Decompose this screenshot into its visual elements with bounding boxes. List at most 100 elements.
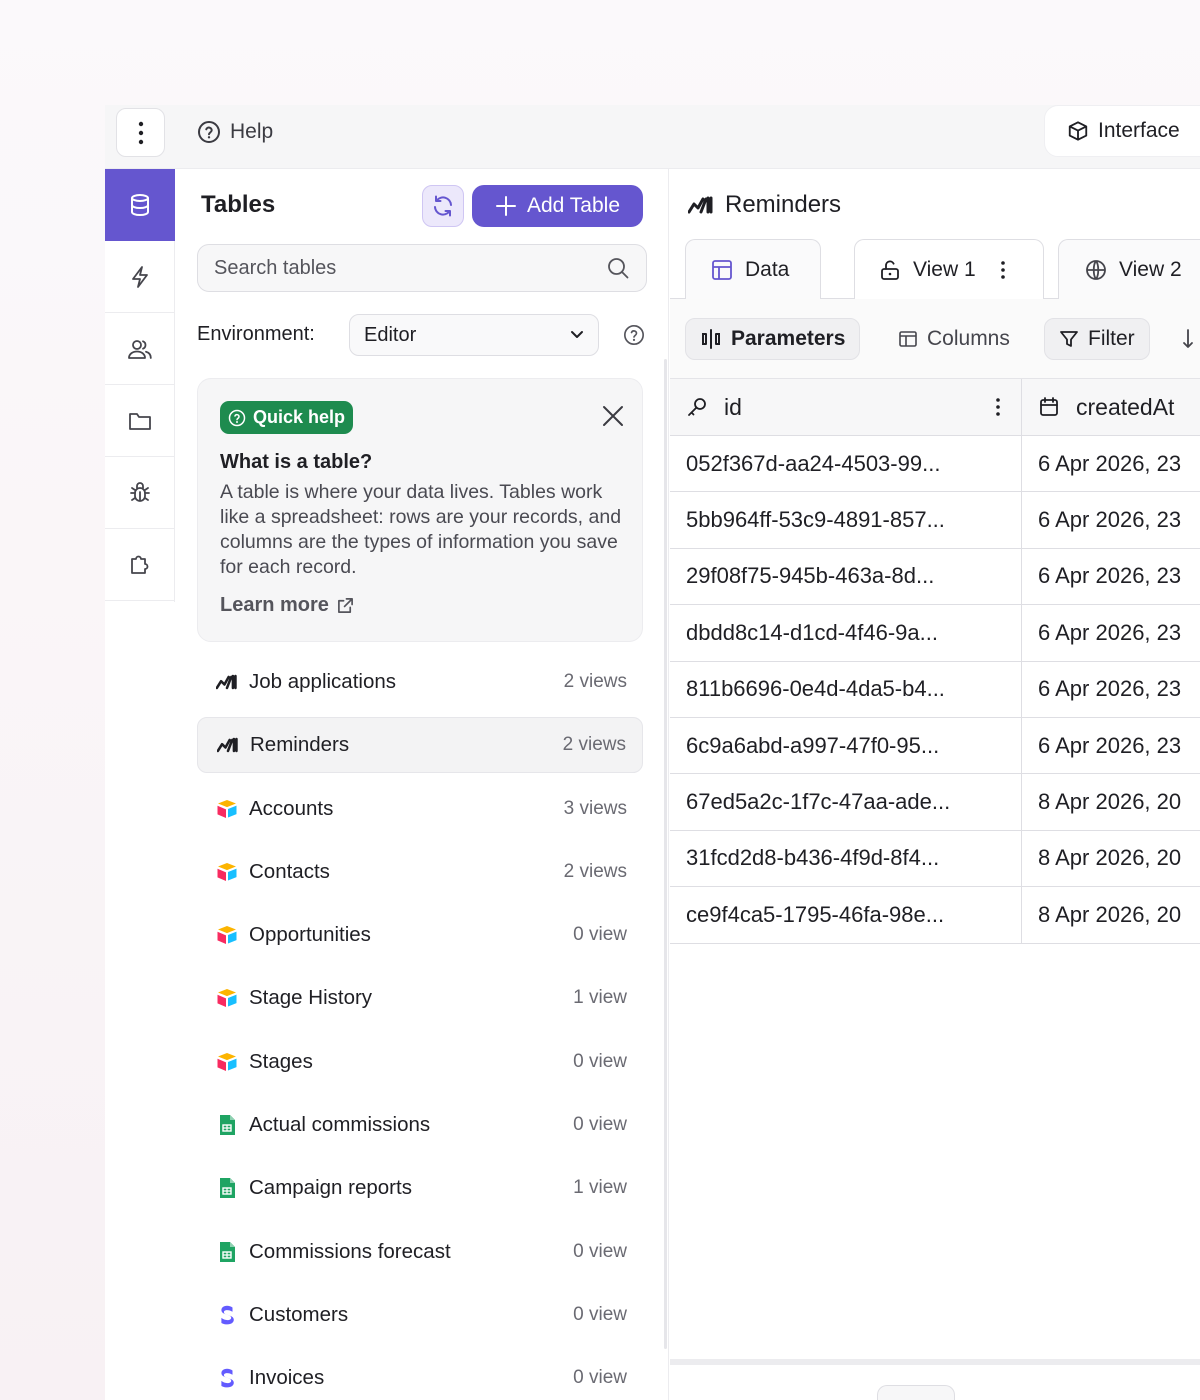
rail-item-users[interactable] (105, 313, 175, 385)
view-tabs: Data View 1 View 2 (670, 239, 1200, 300)
table-row[interactable]: 6c9a6abd-a997-47f0-95... 6 Apr 2026, 23 (670, 717, 1200, 775)
search-input[interactable] (214, 256, 606, 280)
table-view-count: 1 view (573, 987, 627, 1009)
cell-created-at[interactable]: 8 Apr 2026, 20 (1022, 887, 1200, 942)
table-view-count: 0 view (573, 1367, 627, 1389)
rail-item-integrations[interactable] (105, 529, 175, 601)
table-list-item[interactable]: Commissions forecast 0 view (197, 1224, 643, 1280)
table-row[interactable]: dbdd8c14-d1cd-4f46-9a... 6 Apr 2026, 23 (670, 605, 1200, 662)
table-list-item[interactable]: Invoices 0 view (197, 1350, 643, 1400)
tab-data[interactable]: Data (685, 239, 821, 299)
interface-button[interactable]: Interface (1044, 105, 1200, 157)
cell-created-at[interactable]: 8 Apr 2026, 20 (1022, 774, 1200, 829)
table-list-item[interactable]: Reminders 2 views (197, 717, 643, 774)
table-content: Reminders Data View 1 View 2 Parameters (670, 169, 1200, 1400)
column-menu-icon[interactable] (995, 397, 1001, 417)
quick-help-badge-label: Quick help (253, 407, 346, 427)
column-header-created-at[interactable]: createdAt (1022, 379, 1200, 435)
rail-item-tables[interactable] (105, 169, 175, 241)
cell-id[interactable]: 052f367d-aa24-4503-99... (670, 436, 1022, 492)
add-table-button[interactable]: Add Table (472, 185, 643, 227)
table-list-item[interactable]: Opportunities 0 view (197, 907, 643, 963)
table-list-item[interactable]: Accounts 3 views (197, 781, 643, 837)
cell-id[interactable]: 6c9a6abd-a997-47f0-95... (670, 717, 1022, 774)
cell-id[interactable]: 811b6696-0e4d-4da5-b4... (670, 661, 1022, 717)
table-row[interactable]: 5bb964ff-53c9-4891-857... 6 Apr 2026, 23 (670, 492, 1200, 549)
cell-id[interactable]: ce9f4ca5-1795-46fa-98e... (670, 887, 1022, 943)
view-toolbar: Parameters Columns Filter (670, 299, 1200, 379)
table-row[interactable]: 67ed5a2c-1f7c-47aa-ade... 8 Apr 2026, 20 (670, 774, 1200, 831)
column-header-id[interactable]: id (670, 379, 1022, 435)
cell-created-at[interactable]: 6 Apr 2026, 23 (1022, 492, 1200, 547)
cell-id[interactable]: 29f08f75-945b-463a-8d... (670, 548, 1022, 605)
sort-button[interactable] (1175, 318, 1200, 360)
cell-created-at[interactable]: 6 Apr 2026, 23 (1022, 662, 1200, 717)
columns-label: Columns (927, 327, 1010, 350)
quick-help-close-button[interactable] (600, 403, 626, 429)
search-box (197, 244, 647, 292)
help-label: Help (230, 120, 274, 143)
more-menu-button[interactable] (116, 108, 165, 157)
learn-more-link[interactable]: Learn more (220, 594, 354, 617)
table-list-item[interactable]: Stage History 1 view (197, 970, 643, 1026)
cell-id[interactable]: dbdd8c14-d1cd-4f46-9a... (670, 605, 1022, 661)
horizontal-scrollbar[interactable] (670, 1359, 1200, 1365)
cell-created-at[interactable]: 6 Apr 2026, 23 (1022, 436, 1200, 491)
parameters-label: Parameters (731, 327, 846, 350)
table-native-icon (216, 733, 240, 757)
column-header-id-label: id (724, 393, 742, 420)
table-row[interactable]: 052f367d-aa24-4503-99... 6 Apr 2026, 23 (670, 436, 1200, 493)
cell-id[interactable]: 67ed5a2c-1f7c-47aa-ade... (670, 774, 1022, 830)
cell-created-at[interactable]: 8 Apr 2026, 20 (1022, 831, 1200, 886)
table-list: Job applications 2 views Reminders 2 views A… (197, 654, 643, 1400)
parameters-icon (702, 329, 720, 349)
cell-created-at[interactable]: 6 Apr 2026, 23 (1022, 549, 1200, 604)
table-native-icon (215, 670, 239, 694)
table-row[interactable]: 811b6696-0e4d-4da5-b4... 6 Apr 2026, 23 (670, 661, 1200, 718)
table-row[interactable]: 29f08f75-945b-463a-8d... 6 Apr 2026, 23 (670, 548, 1200, 606)
cell-id[interactable]: 31fcd2d8-b436-4f9d-8f4... (670, 830, 1022, 887)
table-name: Actual commissions (249, 1113, 431, 1137)
cell-created-at[interactable]: 6 Apr 2026, 23 (1022, 605, 1200, 660)
table-list-item[interactable]: Campaign reports 1 view (197, 1160, 643, 1216)
table-list-item[interactable]: Contacts 2 views (197, 844, 643, 900)
environment-select[interactable]: Editor (349, 314, 599, 356)
help-link[interactable]: Help (197, 117, 273, 147)
refresh-button[interactable] (422, 185, 464, 227)
table-list-item[interactable]: Stages 0 view (197, 1034, 643, 1090)
cell-created-at[interactable]: 6 Apr 2026, 23 (1022, 718, 1200, 773)
rail-item-debug[interactable] (105, 457, 175, 529)
panel-scrollbar[interactable] (664, 359, 667, 1349)
kebab-icon[interactable] (1000, 260, 1006, 280)
grid-header: id createdAt (670, 379, 1200, 436)
data-grid: id createdAt 052f367d-aa24-4503-99... 6 A… (670, 379, 1200, 944)
calendar-icon (1040, 397, 1058, 416)
filter-icon (1060, 331, 1078, 347)
rail-item-automations[interactable] (105, 241, 175, 313)
environment-label: Environment: (197, 323, 315, 345)
tab-view-1[interactable]: View 1 (854, 239, 1044, 300)
table-view-count: 2 views (563, 671, 627, 692)
google-sheets-icon (215, 1113, 239, 1137)
tables-panel: Tables Add Table Environment: Editor Qui… (175, 169, 669, 1400)
table-list-item[interactable]: Job applications 2 views (197, 654, 643, 710)
table-row[interactable]: ce9f4ca5-1795-46fa-98e... 8 Apr 2026, 20 (670, 887, 1200, 944)
pagination-page-input[interactable] (877, 1385, 955, 1400)
table-list-item[interactable]: Actual commissions 0 view (197, 1097, 643, 1153)
table-name: Contacts (249, 859, 330, 883)
environment-help-button[interactable] (623, 324, 645, 346)
rail-item-files[interactable] (105, 385, 175, 457)
tab-view-2[interactable]: View 2 (1058, 239, 1200, 299)
filter-button[interactable]: Filter (1044, 318, 1150, 360)
search-icon (608, 258, 629, 279)
sort-icon (1183, 329, 1193, 348)
columns-button[interactable]: Columns (884, 318, 1024, 360)
table-row[interactable]: 31fcd2d8-b436-4f9d-8f4... 8 Apr 2026, 20 (670, 830, 1200, 888)
parameters-button[interactable]: Parameters (685, 318, 861, 360)
plus-icon (495, 196, 516, 216)
cell-id[interactable]: 5bb964ff-53c9-4891-857... (670, 492, 1022, 548)
stripe-icon (215, 1366, 239, 1390)
icon-rail (105, 169, 175, 602)
folder-icon (129, 412, 151, 430)
table-list-item[interactable]: Customers 0 view (197, 1287, 643, 1343)
